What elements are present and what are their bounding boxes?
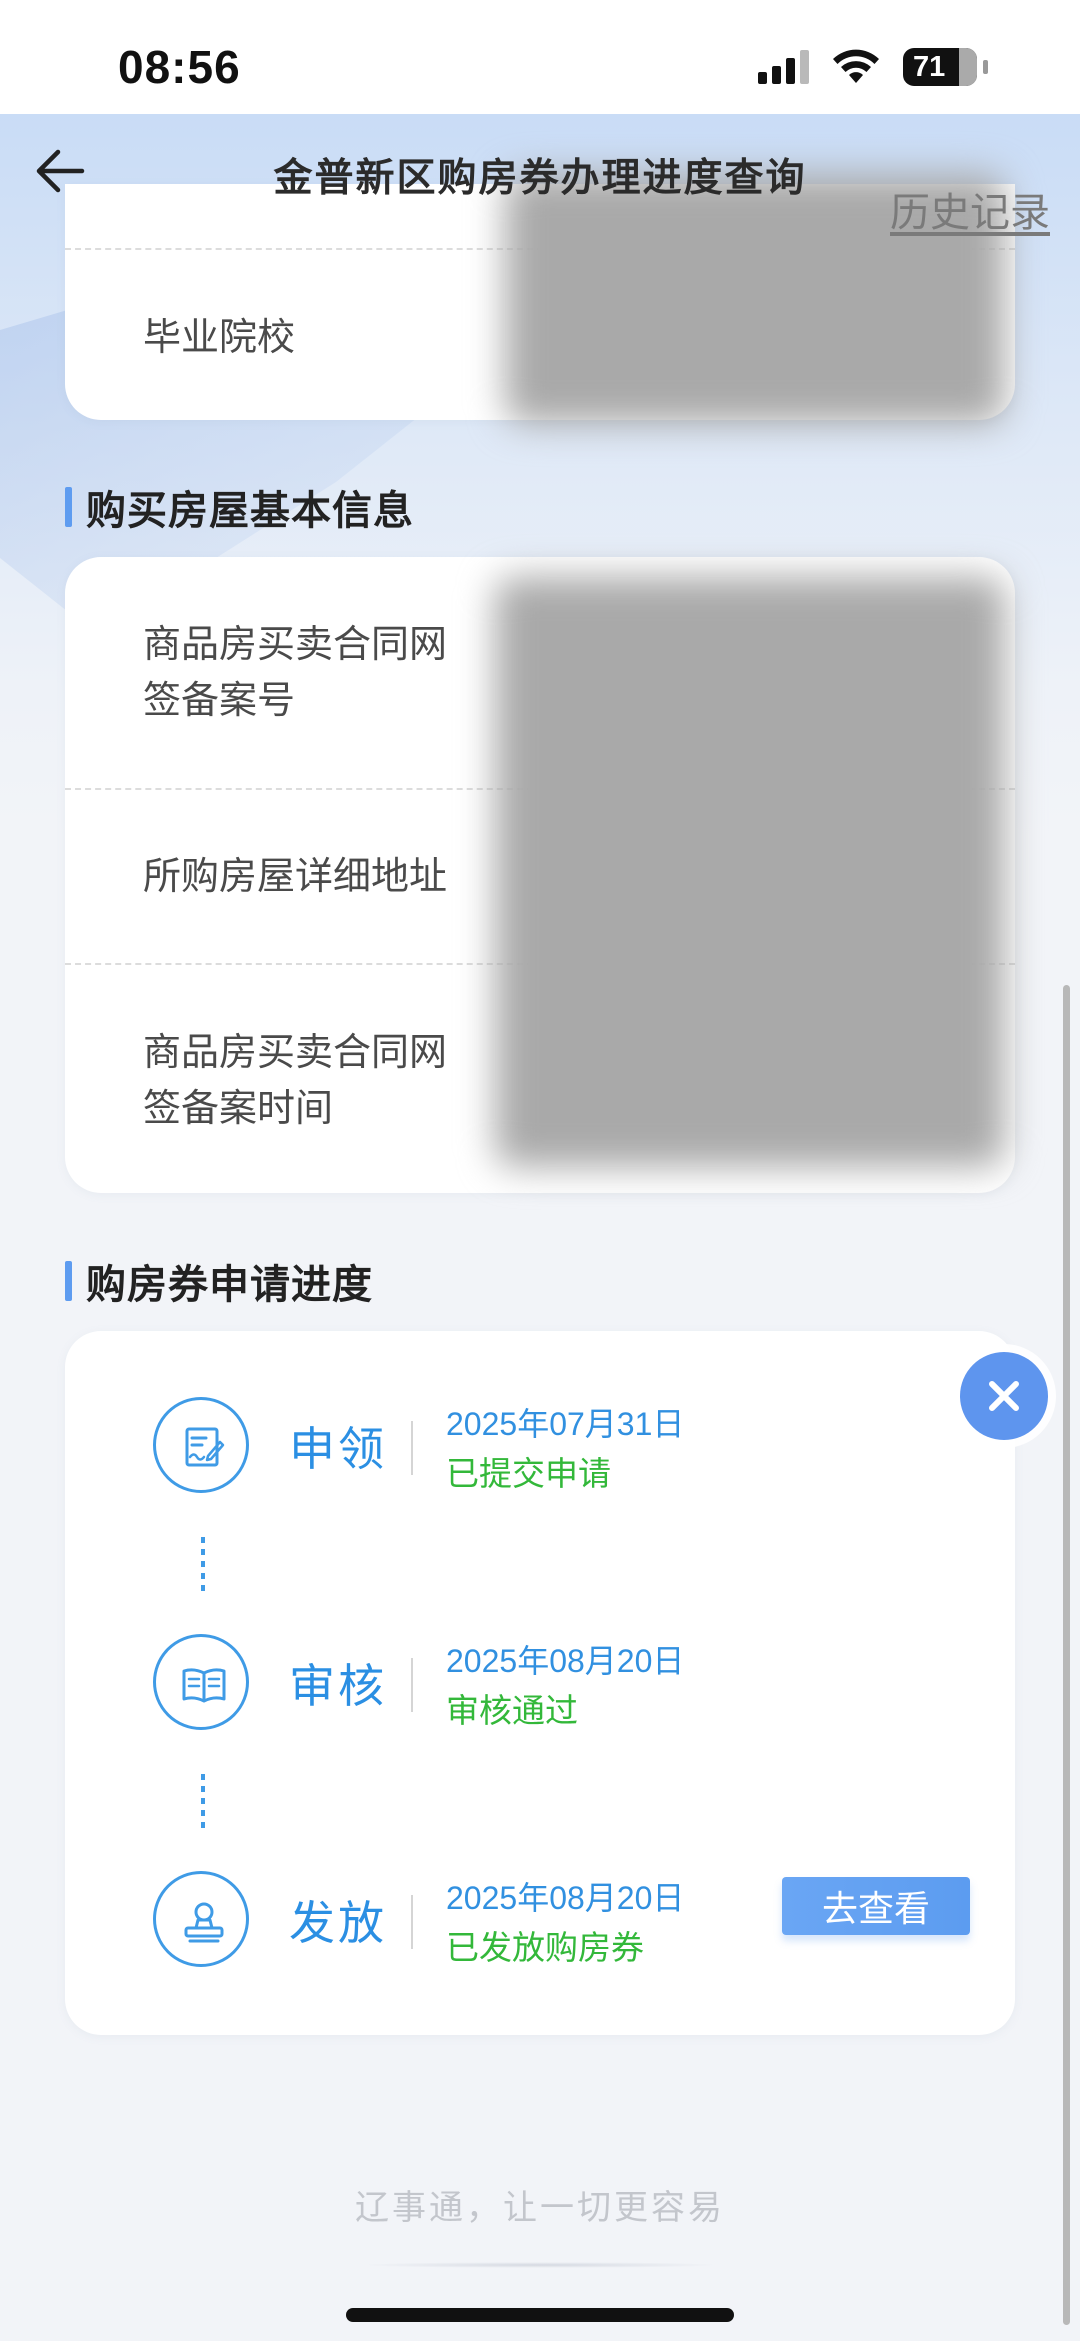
battery-icon: 71 — [903, 48, 977, 86]
nav-bar: 金普新区购房券办理进度查询 历史记录 — [0, 114, 1080, 236]
progress-step-issue: 发放 2025年08月20日 已发放购房券 去查看 — [65, 1871, 1015, 1981]
progress-card: 申领 2025年07月31日 已提交申请 审核 2025年08月20日 审核通过 — [65, 1331, 1015, 2035]
step-name-review: 审核 — [289, 1659, 387, 1713]
house-info-section-title: 购买房屋基本信息 — [86, 488, 414, 534]
address-label: 所购房屋详细地址 — [143, 854, 448, 898]
step-connector — [201, 1537, 205, 1591]
step-divider — [411, 1658, 413, 1712]
step-status-review: 审核通过 — [446, 1691, 578, 1730]
history-records-link[interactable]: 历史记录 — [890, 180, 1050, 238]
status-bar: 08:56 71 — [0, 0, 1080, 114]
footer-decoration — [360, 2262, 720, 2268]
battery-level: 71 — [913, 50, 946, 83]
contract-number-label-line2: 签备案号 — [143, 678, 296, 722]
school-label: 毕业院校 — [143, 315, 296, 359]
step-name-issue: 发放 — [289, 1896, 387, 1950]
redacted-values — [495, 577, 1005, 1167]
step-date-review: 2025年08月20日 — [446, 1643, 685, 1679]
open-book-icon — [153, 1634, 249, 1730]
progress-section-header: 购房券申请进度 — [65, 1252, 373, 1310]
contract-time-label-line1: 商品房买卖合同网 — [143, 1030, 448, 1074]
contract-time-label-line2: 签备案时间 — [143, 1086, 334, 1130]
application-form-icon — [153, 1397, 249, 1493]
close-icon — [989, 1381, 1019, 1411]
step-status-issue: 已发放购房券 — [446, 1928, 644, 1967]
step-date-apply: 2025年07月31日 — [446, 1406, 685, 1442]
cellular-signal-icon — [758, 50, 809, 84]
step-name-apply: 申领 — [289, 1422, 387, 1476]
contract-number-label-line1: 商品房买卖合同网 — [143, 622, 448, 666]
step-divider — [411, 1421, 413, 1475]
step-divider — [411, 1895, 413, 1949]
screen: 08:56 71 金普新区购房券办理进度查询 历史记录 毕业院校 购买房屋基本信… — [0, 0, 1080, 2341]
section-accent-bar — [65, 1261, 72, 1301]
section-accent-bar — [65, 487, 72, 527]
close-button[interactable] — [960, 1352, 1048, 1440]
scrollbar[interactable] — [1063, 985, 1070, 2325]
stamp-icon — [153, 1871, 249, 1967]
home-indicator[interactable] — [346, 2308, 734, 2322]
wifi-icon — [833, 49, 879, 83]
progress-step-apply: 申领 2025年07月31日 已提交申请 — [65, 1397, 1015, 1507]
step-connector — [201, 1774, 205, 1828]
status-icons: 71 — [758, 48, 988, 86]
battery-tip — [983, 60, 988, 74]
progress-step-review: 审核 2025年08月20日 审核通过 — [65, 1634, 1015, 1744]
status-time: 08:56 — [118, 41, 241, 93]
footer-slogan: 辽事通，让一切更容易 — [355, 2188, 725, 2228]
view-voucher-button[interactable]: 去查看 — [782, 1877, 970, 1935]
house-info-card: 商品房买卖合同网 签备案号 所购房屋详细地址 商品房买卖合同网 签备案时间 — [65, 557, 1015, 1193]
step-status-apply: 已提交申请 — [446, 1454, 611, 1493]
house-info-section-header: 购买房屋基本信息 — [65, 478, 414, 536]
step-date-issue: 2025年08月20日 — [446, 1880, 685, 1916]
progress-section-title: 购房券申请进度 — [86, 1262, 373, 1308]
